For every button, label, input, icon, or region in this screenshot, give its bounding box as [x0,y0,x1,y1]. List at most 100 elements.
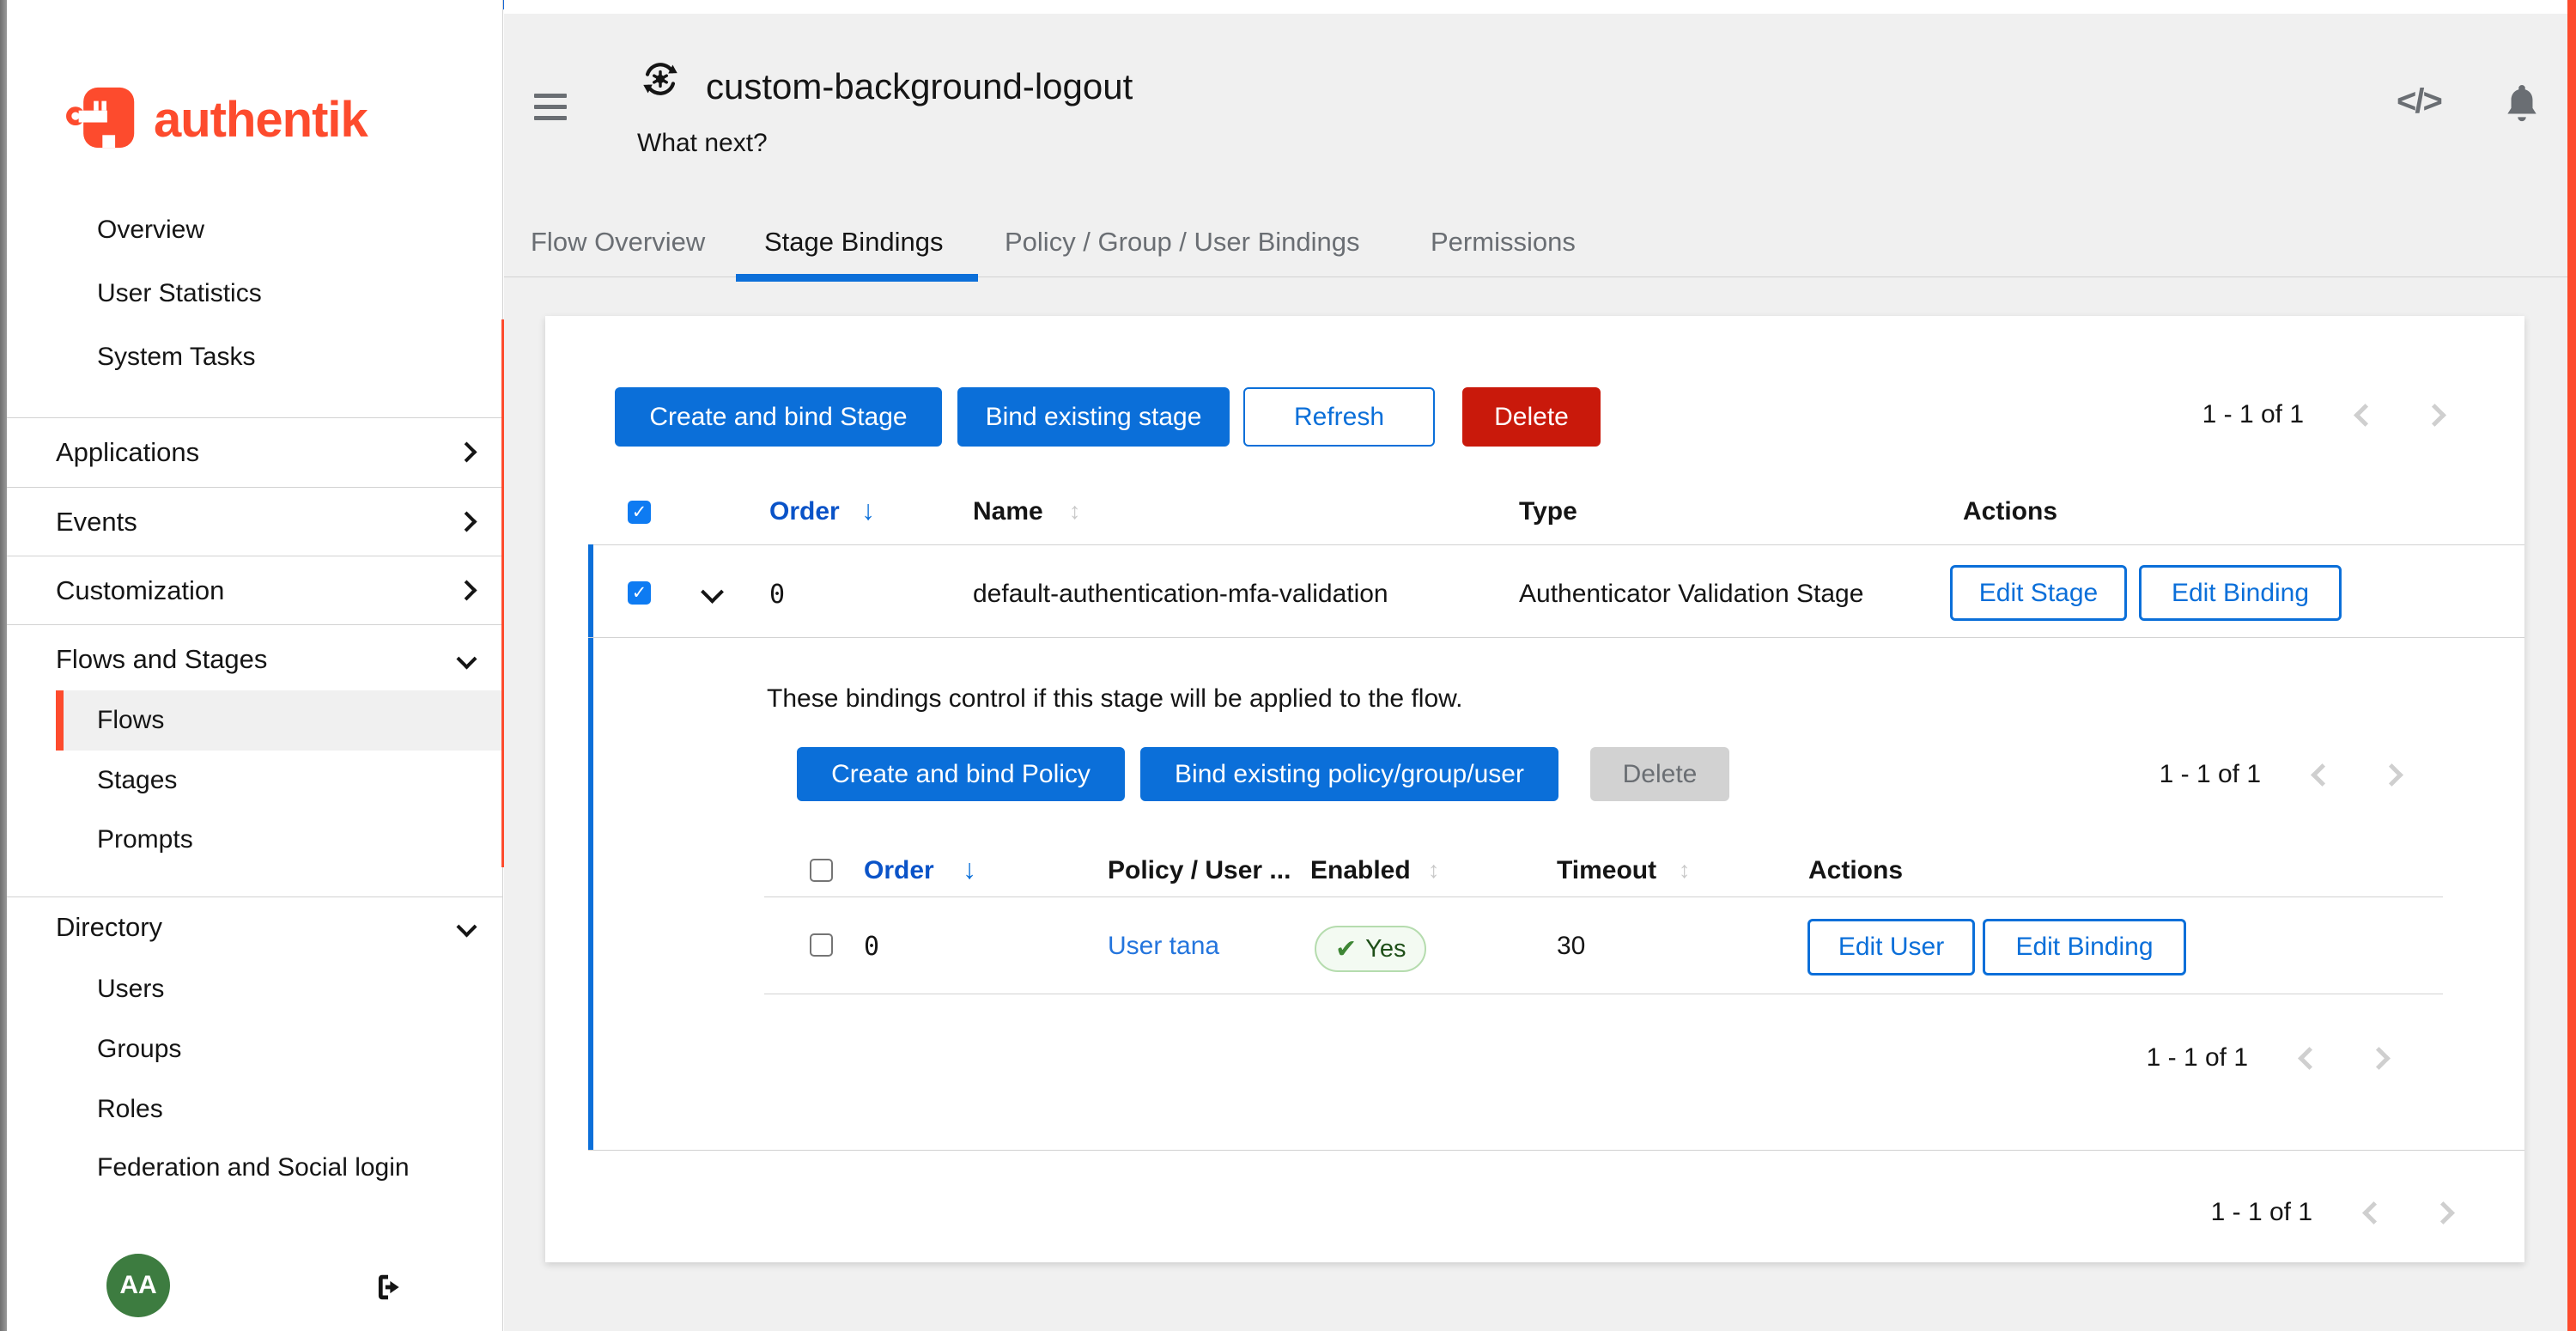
sidebar-section-label: Applications [56,418,199,487]
sidebar-section-events[interactable]: Events [7,488,503,556]
inner-edit-binding-button[interactable]: Edit Binding [1983,919,2186,975]
pagination-next-icon[interactable] [2380,763,2403,787]
sort-descending-icon[interactable]: ↓ [861,495,875,526]
inner-column-header-order[interactable]: Order [864,856,934,885]
column-header-name[interactable]: Name [973,497,1043,526]
api-browser-icon[interactable]: </> [2397,82,2441,121]
cell-name: default-authentication-mfa-validation [973,580,1388,609]
select-all-checkbox[interactable]: ✓ [628,501,651,524]
sidebar-section-directory[interactable]: Directory [7,897,503,957]
tab-policy-group-user-bindings[interactable]: Policy / Group / User Bindings [1005,222,1360,262]
sidebar-item-label: Groups [97,1019,181,1079]
delete-button[interactable]: Delete [1462,387,1601,447]
sidebar-item-federation-social-login[interactable]: Federation and Social login [7,1138,503,1198]
tab-permissions[interactable]: Permissions [1431,222,1576,262]
notifications-bell-icon[interactable] [2502,82,2542,127]
edit-user-button[interactable]: Edit User [1807,919,1975,975]
enabled-badge: ✔ Yes [1315,926,1426,972]
main-top-strip [504,0,2567,14]
hamburger-menu-icon[interactable] [534,94,567,121]
sidebar-item-label: Roles [97,1079,163,1140]
inner-column-header-timeout[interactable]: Timeout [1557,856,1656,885]
sidebar-item-system-tasks[interactable]: System Tasks [7,327,503,387]
pagination-next-icon[interactable] [2423,404,2446,427]
window-right-edge-strip [2567,0,2576,1331]
sidebar-section-label: Flows and Stages [56,625,267,694]
refresh-button[interactable]: Refresh [1243,387,1435,447]
table-border [588,637,2524,638]
flow-process-icon [641,59,680,99]
sidebar-section-applications[interactable]: Applications [7,418,503,487]
row-expand-chevron-icon[interactable] [701,580,724,604]
table-border [764,896,2443,897]
sidebar-item-stages[interactable]: Stages [7,751,503,811]
sort-descending-icon[interactable]: ↓ [963,854,976,885]
check-circle-icon: ✔ [1335,934,1357,964]
sidebar-section-label: Customization [56,556,224,625]
delete-binding-button-disabled[interactable]: Delete [1590,747,1729,801]
column-header-order[interactable]: Order [769,497,840,526]
bind-existing-policy-button[interactable]: Bind existing policy/group/user [1140,747,1558,801]
window-edge-strip [0,0,7,1331]
column-header-type: Type [1519,497,1577,526]
inner-column-header-actions: Actions [1808,856,1903,885]
main-area: custom-background-logout What next? </> … [504,0,2567,1331]
sidebar-item-groups[interactable]: Groups [7,1019,503,1079]
pagination-next-icon[interactable] [2367,1047,2391,1070]
inner-column-header-enabled[interactable]: Enabled [1310,856,1411,885]
cell-order: 0 [769,580,785,610]
pagination-prev-icon[interactable] [2362,1201,2385,1225]
inner-row-checkbox[interactable] [810,933,833,957]
sidebar: authentik Overview User Statistics Syste… [7,0,503,1331]
inner-select-all-checkbox[interactable] [810,859,833,882]
create-and-bind-stage-button[interactable]: Create and bind Stage [615,387,942,447]
sidebar-item-prompts[interactable]: Prompts [7,810,503,870]
sidebar-item-label: Federation and Social login [97,1138,410,1198]
sidebar-item-overview[interactable]: Overview [7,200,503,260]
inner-column-header-policy-user: Policy / User ... [1108,856,1291,885]
pagination-prev-icon[interactable] [2298,1047,2321,1070]
stage-bindings-card: Create and bind Stage Bind existing stag… [545,316,2524,1262]
inner-cell-policy-user-link[interactable]: User tana [1108,932,1219,961]
sidebar-section-label: Events [56,488,137,556]
sidebar-item-label: Stages [97,751,177,811]
page-title: custom-background-logout [706,66,1133,107]
pagination-label: 1 - 1 of 1 [2160,760,2261,789]
authentik-logo-icon [64,82,147,157]
edit-binding-button[interactable]: Edit Binding [2139,565,2342,621]
authentik-admin-window: authentik Overview User Statistics Syste… [0,0,2576,1331]
tab-stage-bindings[interactable]: Stage Bindings [764,222,944,262]
sidebar-item-label: System Tasks [97,327,256,387]
create-and-bind-policy-button[interactable]: Create and bind Policy [797,747,1125,801]
sort-toggle-icon[interactable]: ↕ [1428,857,1440,884]
sort-toggle-icon[interactable]: ↕ [1069,498,1081,525]
pagination-inner-top: 1 - 1 of 1 [2160,762,2400,787]
bind-existing-stage-button[interactable]: Bind existing stage [957,387,1230,447]
tab-flow-overview[interactable]: Flow Overview [531,222,705,262]
logout-icon[interactable] [371,1271,405,1304]
page-subtitle: What next? [637,129,768,158]
sidebar-item-users[interactable]: Users [7,959,503,1019]
chevron-right-icon [456,511,477,532]
pagination-prev-icon[interactable] [2354,404,2377,427]
pagination-label: 1 - 1 of 1 [2202,400,2304,429]
authentik-wordmark: authentik [154,91,368,149]
sort-toggle-icon[interactable]: ↕ [1679,857,1691,884]
pagination-next-icon[interactable] [2432,1201,2455,1225]
pagination-label: 1 - 1 of 1 [2147,1043,2248,1073]
authentik-logo: authentik [64,82,368,156]
inner-cell-order: 0 [864,932,879,962]
user-avatar[interactable]: AA [106,1254,170,1317]
sidebar-section-customization[interactable]: Customization [7,556,503,625]
sidebar-item-roles[interactable]: Roles [7,1079,503,1140]
pagination-prev-icon[interactable] [2311,763,2334,787]
row-checkbox[interactable]: ✓ [628,581,651,605]
sidebar-section-flows-and-stages[interactable]: Flows and Stages [7,625,503,694]
table-border [588,544,2524,545]
sidebar-item-user-statistics[interactable]: User Statistics [7,264,503,324]
chevron-right-icon [456,580,477,600]
pagination-bottom: 1 - 1 of 1 [2211,1200,2451,1225]
sidebar-section-label: Directory [56,897,162,957]
edit-stage-button[interactable]: Edit Stage [1950,565,2127,621]
sidebar-item-flows[interactable]: Flows [7,690,503,751]
